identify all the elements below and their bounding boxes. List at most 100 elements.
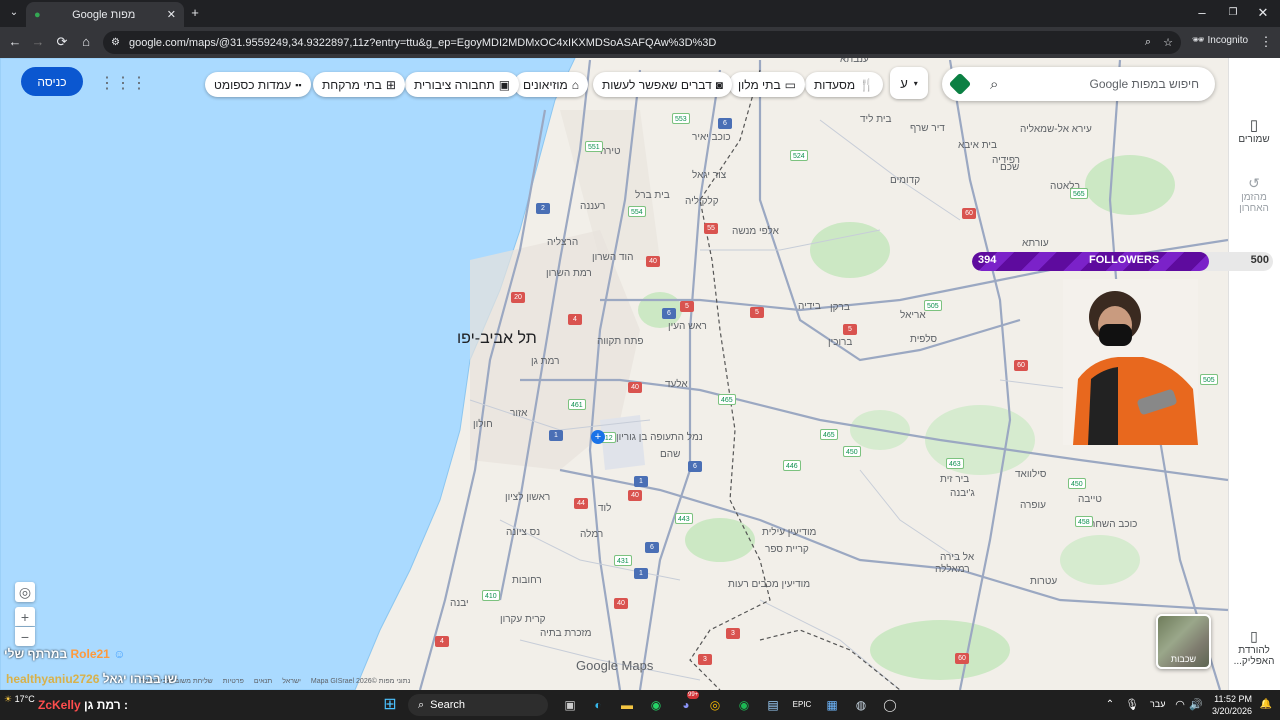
forward-icon[interactable]: →	[28, 32, 48, 52]
city-label[interactable]: בית ליד	[860, 114, 892, 125]
city-label[interactable]: רפידיה	[992, 155, 1020, 166]
city-label[interactable]: טייבה	[1078, 494, 1102, 505]
city-label[interactable]: מודיעין עילית	[762, 527, 816, 538]
city-label[interactable]: שהם	[660, 449, 680, 460]
city-label[interactable]: קלקיליה	[685, 196, 719, 207]
city-label[interactable]: רעננה	[580, 201, 605, 212]
city-label[interactable]: נמל התעופה בן גוריון	[616, 432, 703, 443]
city-label[interactable]: ענבתא	[840, 58, 869, 65]
city-label[interactable]: כוכב יאיר	[692, 132, 731, 143]
input-tools-button[interactable]: ע ▾	[890, 67, 928, 99]
city-label[interactable]: מזכרת בתיה	[540, 628, 592, 639]
city-label[interactable]: רחובות	[512, 575, 542, 586]
city-label[interactable]: עטרות	[1030, 576, 1057, 587]
whatsapp-icon[interactable]: ◉	[646, 695, 666, 715]
my-location-button[interactable]: ◎	[15, 582, 35, 602]
city-label[interactable]: קרית עקרון	[500, 614, 546, 625]
task-view-icon[interactable]: ▣	[560, 695, 580, 715]
address-bar[interactable]: ⚙ google.com/maps/@31.9559249,34.9322897…	[103, 31, 1181, 54]
privacy-link[interactable]: פרטיות	[223, 678, 244, 685]
file-explorer-icon[interactable]: ▬	[617, 695, 637, 715]
home-icon[interactable]: ⌂	[76, 32, 96, 52]
apps-grid-icon[interactable]: ⋮⋮⋮	[99, 73, 147, 93]
city-label[interactable]: קדומים	[890, 175, 920, 186]
chip-transit[interactable]: ▣ תחבורה ציבורית	[405, 72, 520, 97]
chrome-icon[interactable]: ◎	[705, 695, 725, 715]
city-label-tel-aviv[interactable]: תל אביב-יפו	[457, 330, 537, 348]
notepad-icon[interactable]: ▤	[763, 695, 783, 715]
back-icon[interactable]: ←	[5, 32, 25, 52]
city-label[interactable]: בית ברל	[635, 190, 670, 201]
zoom-out-button[interactable]: −	[15, 627, 35, 646]
clock[interactable]: 11:52 PM 3/20/2026	[1212, 693, 1252, 717]
discord-icon[interactable]: ◕ 99+	[676, 691, 700, 715]
city-label[interactable]: אלעד	[665, 379, 688, 390]
taskbar-search[interactable]: ⌕ Search	[408, 694, 548, 716]
download-app-button[interactable]: ▯ להורדת האפליק...	[1232, 628, 1276, 667]
chip-atms[interactable]: ▪▪ עמדות כספומט	[205, 72, 311, 97]
country-link[interactable]: ישראל	[282, 678, 301, 685]
city-label[interactable]: רמלה	[580, 529, 603, 540]
city-label[interactable]: ראש העין	[668, 321, 707, 332]
chip-restaurants[interactable]: 🍴 מסעדות	[805, 72, 884, 97]
terms-link[interactable]: תנאים	[254, 678, 272, 685]
obs-icon[interactable]: ◯	[880, 695, 900, 715]
city-label[interactable]: רמאללה	[935, 564, 970, 575]
city-label[interactable]: צור יגאל	[692, 170, 726, 181]
city-label[interactable]: אל בירה	[940, 552, 974, 563]
recent-button[interactable]: ↺ מהזמן האחרון	[1232, 175, 1276, 214]
zoom-icon[interactable]: ⌕	[1145, 36, 1151, 49]
city-label[interactable]: חולון	[473, 419, 493, 430]
search-icon[interactable]: ⌕	[990, 76, 998, 93]
city-label[interactable]: ג'יבנה	[950, 488, 975, 499]
bookmark-star-icon[interactable]: ☆	[1163, 36, 1173, 49]
city-label[interactable]: עורתא	[1022, 238, 1049, 249]
sign-in-button[interactable]: כניסה	[21, 67, 83, 96]
city-label[interactable]: יבנה	[450, 598, 469, 609]
weather-widget[interactable]: ☀ 17°C	[4, 694, 35, 705]
notification-bell-icon[interactable]: 🔔	[1256, 695, 1276, 715]
city-label[interactable]: פתח תקווה	[597, 336, 644, 347]
city-label[interactable]: נס ציונה	[506, 527, 540, 538]
chip-pharmacies[interactable]: ⊞ בתי מרקחת	[313, 72, 405, 97]
city-label[interactable]: טירה	[600, 146, 621, 157]
microphone-icon[interactable]: 🎙	[1122, 695, 1142, 715]
maximize-icon[interactable]: ❐	[1223, 3, 1243, 23]
epic-games-icon[interactable]: EPIC	[792, 695, 812, 715]
city-label[interactable]: סלפית	[910, 334, 937, 345]
close-tab-icon[interactable]: ✕	[167, 8, 176, 21]
city-label[interactable]: עופרה	[1020, 500, 1046, 511]
city-label[interactable]: ראשון לציון	[505, 492, 550, 503]
edge-icon[interactable]: ◐	[588, 695, 608, 715]
city-label[interactable]: ברקן	[830, 302, 850, 313]
city-label[interactable]: בית איבא	[958, 140, 997, 151]
incognito-indicator[interactable]: 🕶 Incognito	[1192, 35, 1248, 46]
city-label[interactable]: הוד השרון	[592, 252, 633, 263]
close-window-icon[interactable]: ✕	[1253, 3, 1273, 23]
site-info-icon[interactable]: ⚙	[111, 37, 120, 48]
city-label[interactable]: רמת גן	[531, 356, 559, 367]
new-tab-icon[interactable]: +	[185, 3, 205, 23]
tray-chevron-icon[interactable]: ⌃	[1100, 695, 1120, 715]
map-canvas[interactable]: טירה כוכב יאיר צור יגאל קלקיליה בית ברל רעננה…	[0, 58, 1228, 690]
windows-start-icon[interactable]: ⊞	[380, 695, 400, 715]
city-label[interactable]: בידיה	[798, 301, 821, 312]
city-label[interactable]: כוכב השחר	[1090, 519, 1137, 530]
directions-icon[interactable]	[948, 72, 972, 96]
browser-tab[interactable]: ● Google מפות ✕	[26, 2, 184, 27]
language-indicator[interactable]: עבר	[1150, 699, 1165, 709]
tab-search-icon[interactable]: ⌄	[4, 3, 24, 23]
city-label[interactable]: עירא אל-שמאליה	[1020, 124, 1092, 135]
city-label[interactable]: אריאל	[900, 310, 926, 321]
layers-button[interactable]: שכבות	[1156, 614, 1211, 669]
city-label[interactable]: אלפי מנשה	[732, 226, 779, 237]
city-label[interactable]: אזור	[510, 408, 527, 419]
city-label[interactable]: קריית ספר	[765, 544, 809, 555]
search-input[interactable]: חיפוש במפות Google ⌕	[942, 67, 1215, 101]
volume-icon[interactable]: 🔊	[1186, 695, 1206, 715]
minimize-icon[interactable]: –	[1192, 3, 1212, 23]
chip-museums[interactable]: ⌂ מוזיאונים	[514, 72, 588, 97]
city-label[interactable]: רמת השרון	[546, 268, 592, 279]
city-label[interactable]: הרצליה	[547, 237, 578, 248]
saved-button[interactable]: ▯ שמורים	[1232, 116, 1276, 145]
